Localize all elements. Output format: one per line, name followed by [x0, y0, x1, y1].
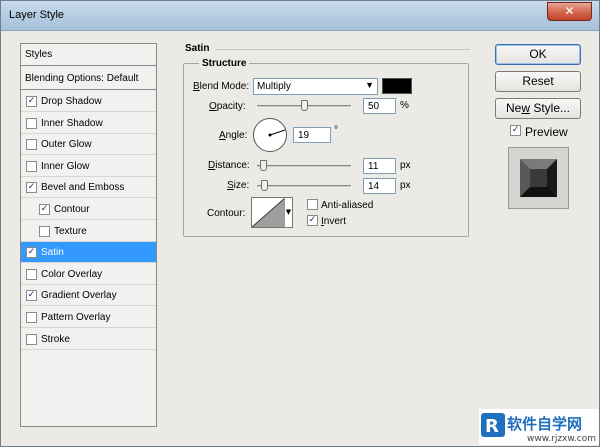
style-item-checkbox[interactable] [26, 268, 37, 280]
style-item-checkbox[interactable] [26, 160, 37, 172]
distance-slider-thumb[interactable] [260, 160, 267, 171]
layer-style-dialog: Layer Style ✕ Styles Blending Options: D… [0, 0, 600, 447]
style-item-outer-glow[interactable]: Outer Glow [21, 134, 156, 156]
style-item-checkbox[interactable]: ✓ [26, 247, 37, 259]
angle-unit: ° [334, 125, 338, 136]
angle-label: Angle: [219, 130, 248, 141]
window-title: Layer Style [9, 9, 65, 21]
contour-picker[interactable]: ▼ [251, 197, 293, 228]
svg-text:www.rjzxw.com: www.rjzxw.com [527, 434, 596, 444]
style-item-label: Outer Glow [41, 139, 92, 151]
style-item-label: Drop Shadow [41, 96, 102, 107]
angle-dial-needle [268, 129, 286, 137]
style-item-checkbox[interactable]: ✓ [26, 290, 37, 302]
style-item-label: Inner Glow [41, 160, 90, 172]
title-bar[interactable]: Layer Style ✕ [1, 1, 599, 31]
style-item-checkbox[interactable] [39, 225, 50, 237]
size-slider-thumb[interactable] [261, 180, 268, 191]
preview-label: Preview [525, 125, 568, 139]
opacity-label: Opacity: [209, 101, 246, 112]
style-item-checkbox[interactable]: ✓ [39, 204, 50, 215]
size-label: Size: [227, 180, 250, 191]
style-item-stroke[interactable]: Stroke [21, 329, 156, 350]
anti-aliased-label: Anti-aliased [321, 200, 374, 211]
satin-color-swatch[interactable] [382, 78, 412, 94]
style-preview [508, 147, 569, 209]
style-item-inner-shadow[interactable]: Inner Shadow [21, 113, 156, 134]
opacity-slider-thumb[interactable] [300, 100, 308, 111]
style-item-checkbox[interactable] [26, 117, 37, 129]
size-unit: px [400, 180, 411, 191]
distance-label: Distance: [208, 160, 250, 171]
style-item-checkbox[interactable] [26, 139, 37, 151]
style-item-gradient-overlay[interactable]: ✓ Gradient Overlay [21, 285, 156, 307]
style-item-checkbox[interactable]: ✓ [26, 96, 37, 107]
blending-options-item[interactable]: Blending Options: Default [21, 67, 156, 90]
svg-text:软件自学网: 软件自学网 [507, 415, 582, 433]
style-item-pattern-overlay[interactable]: Pattern Overlay [21, 307, 156, 328]
style-item-label: Color Overlay [41, 268, 103, 280]
style-item-checkbox[interactable] [26, 333, 37, 345]
new-style-button[interactable]: New Style... [495, 98, 581, 119]
style-item-label: Inner Shadow [41, 117, 103, 129]
anti-aliased-checkbox[interactable] [307, 199, 318, 210]
style-item-label: Contour [54, 204, 90, 215]
style-item-contour[interactable]: ✓ Contour [21, 199, 156, 220]
style-item-label: Texture [54, 225, 87, 237]
svg-text:R: R [485, 416, 499, 437]
angle-input[interactable]: 19 [293, 127, 331, 143]
distance-slider[interactable] [257, 165, 351, 167]
structure-group-title: Structure [199, 58, 250, 69]
size-slider[interactable] [257, 185, 351, 187]
watermark-logo-icon: R 软件自学网 www.rjzxw.com [481, 413, 596, 444]
distance-input[interactable]: 11 [363, 158, 396, 174]
style-item-label: Stroke [41, 333, 70, 345]
style-item-label: Pattern Overlay [41, 312, 111, 323]
blend-mode-select[interactable]: Multiply ▼ [253, 78, 378, 95]
style-item-inner-glow[interactable]: Inner Glow [21, 156, 156, 177]
chevron-down-icon: ▼ [365, 80, 374, 90]
contour-curve-icon [251, 197, 286, 228]
blend-mode-value: Multiply [257, 81, 291, 92]
opacity-input[interactable]: 50 [363, 98, 396, 114]
opacity-unit: % [400, 100, 409, 111]
style-item-checkbox[interactable]: ✓ [26, 182, 37, 194]
chevron-down-icon[interactable]: ▼ [284, 198, 292, 227]
style-item-drop-shadow[interactable]: ✓ Drop Shadow [21, 91, 156, 112]
satin-divider [216, 49, 470, 50]
size-input[interactable]: 14 [363, 178, 396, 194]
bevel-preview-thumbnail [520, 159, 557, 197]
preview-checkbox[interactable]: ✓ [510, 125, 521, 136]
style-item-texture[interactable]: Texture [21, 221, 156, 242]
style-item-bevel-and-emboss[interactable]: ✓ Bevel and Emboss [21, 177, 156, 199]
invert-label: Invert [321, 216, 347, 227]
style-item-label: Gradient Overlay [41, 290, 117, 302]
style-item-satin[interactable]: ✓ Satin [21, 242, 156, 264]
contour-label: Contour: [207, 208, 246, 219]
angle-dial[interactable] [253, 118, 287, 152]
styles-header[interactable]: Styles [21, 44, 156, 66]
style-item-label: Satin [41, 247, 64, 259]
style-item-color-overlay[interactable]: Color Overlay [21, 264, 156, 285]
satin-section-title: Satin [185, 43, 210, 54]
close-button[interactable]: ✕ [547, 2, 592, 21]
invert-checkbox[interactable]: ✓ [307, 215, 318, 226]
reset-button[interactable]: Reset [495, 71, 581, 92]
site-watermark-logo: R 软件自学网 www.rjzxw.com [479, 409, 599, 445]
style-item-checkbox[interactable] [26, 312, 37, 323]
ok-button[interactable]: OK [495, 44, 581, 65]
distance-unit: px [400, 160, 411, 171]
styles-list-panel: Styles Blending Options: Default ✓ Drop S… [20, 43, 157, 427]
style-item-label: Bevel and Emboss [41, 182, 125, 194]
blend-mode-label: Blend Mode: [193, 81, 250, 92]
